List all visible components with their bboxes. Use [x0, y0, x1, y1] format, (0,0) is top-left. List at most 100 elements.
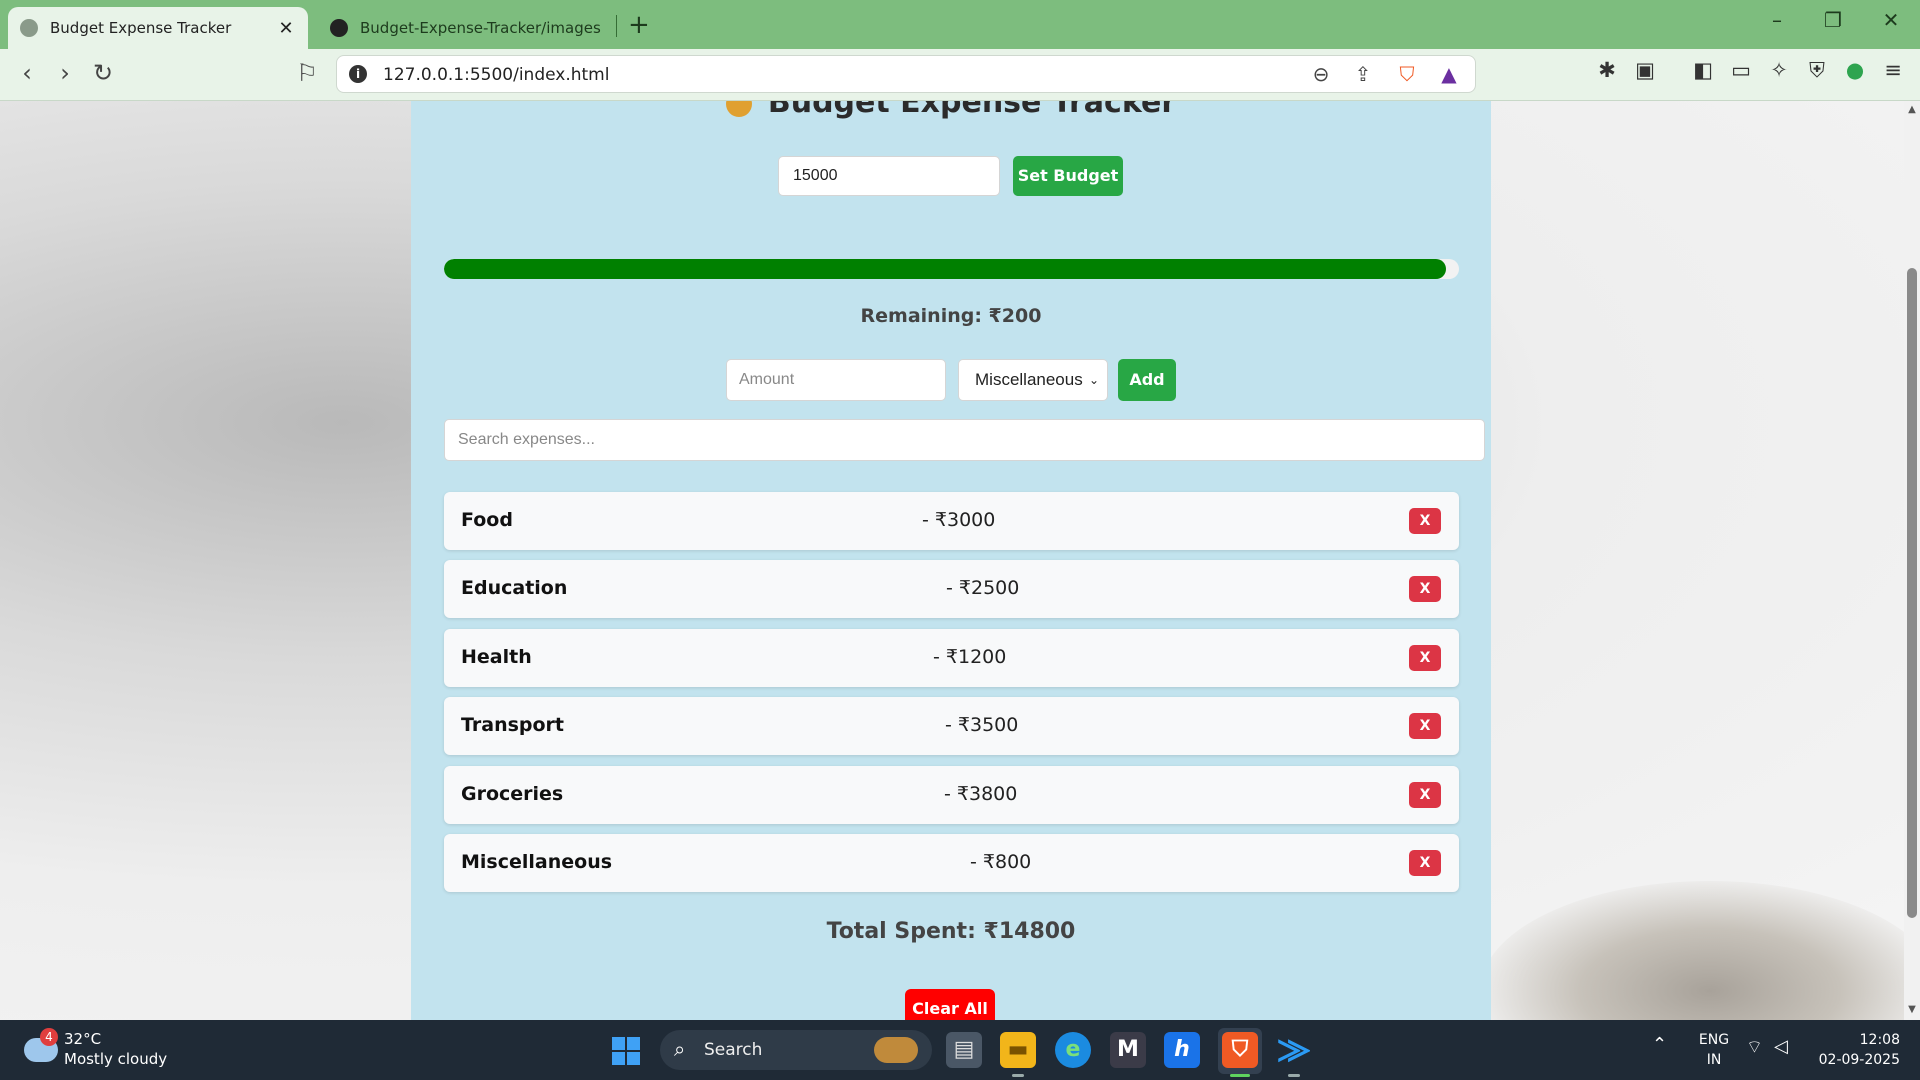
clear-all-button[interactable]: Clear All: [905, 989, 995, 1020]
expense-row: Groceries - ₹3800 X: [444, 766, 1459, 824]
github-icon: [330, 19, 348, 37]
brave-indicator: [1230, 1074, 1250, 1077]
brave-shields-icon[interactable]: ⛉: [1393, 62, 1421, 86]
coins-background-image: [1480, 881, 1904, 1020]
wifi-icon[interactable]: ⌔: [1746, 1036, 1763, 1059]
category-selected-value: Miscellaneous: [975, 370, 1083, 389]
scrollbar-thumb[interactable]: [1907, 268, 1917, 918]
add-expense-button[interactable]: Add: [1118, 359, 1176, 401]
back-icon[interactable]: ‹: [10, 59, 44, 87]
language-indicator[interactable]: ENG IN: [1696, 1030, 1732, 1070]
address-bar[interactable]: i 127.0.0.1:5500/index.html ⊖ ⇪ ⛉ ▲: [336, 55, 1476, 93]
clock-date: 02-09-2025: [1818, 1052, 1900, 1068]
browser-tab-strip: Budget Expense Tracker ✕ Budget-Expense-…: [0, 0, 1920, 49]
weather-badge: 4: [40, 1028, 58, 1046]
delete-expense-button[interactable]: X: [1409, 576, 1441, 602]
chevron-up-icon[interactable]: ⌃: [1652, 1034, 1667, 1055]
expense-amount: - ₹3800: [944, 783, 1018, 805]
weather-description[interactable]: Mostly cloudy: [64, 1050, 167, 1068]
volume-icon[interactable]: ◁: [1774, 1036, 1788, 1057]
money-bag-icon: [725, 101, 752, 117]
hackerrank-icon[interactable]: h: [1164, 1032, 1200, 1068]
leo-ai-icon[interactable]: ✧: [1764, 58, 1794, 82]
tab-title: Budget Expense Tracker: [50, 19, 232, 37]
windows-taskbar: 4 32°C Mostly cloudy ⌕ Search ▤ ▬ e M h …: [0, 1020, 1920, 1080]
expense-category: Education: [461, 577, 568, 599]
tab-separator: [616, 15, 617, 37]
delete-expense-button[interactable]: X: [1409, 713, 1441, 739]
new-tab-icon[interactable]: +: [628, 10, 650, 40]
page-title: Budget Expense Tracker: [411, 101, 1491, 120]
search-expenses-input[interactable]: Search expenses...: [444, 419, 1485, 461]
wallet-icon[interactable]: ▭: [1726, 58, 1756, 82]
browser-toolbar: ‹ › ↻ ⚐ i 127.0.0.1:5500/index.html ⊖ ⇪ …: [0, 49, 1920, 101]
total-spent-text: Total Spent: ₹14800: [826, 919, 1076, 944]
notes-app-icon[interactable]: M: [1110, 1032, 1146, 1068]
chevron-down-icon: ⌄: [1088, 373, 1099, 387]
budget-progress-fill: [444, 259, 1446, 279]
tab-search-icon[interactable]: ▣: [1630, 58, 1660, 82]
scroll-down-icon[interactable]: ▼: [1904, 1004, 1920, 1015]
taskbar-search[interactable]: ⌕ Search: [660, 1030, 932, 1070]
reload-icon[interactable]: ↻: [86, 59, 120, 87]
system-clock[interactable]: 12:08 02-09-2025: [1800, 1030, 1900, 1070]
delete-expense-button[interactable]: X: [1409, 782, 1441, 808]
set-budget-button[interactable]: Set Budget: [1013, 156, 1123, 196]
language-code: ENG: [1698, 1032, 1730, 1048]
tab-budget-expense-tracker[interactable]: Budget Expense Tracker ✕: [8, 7, 308, 49]
expense-row: Miscellaneous - ₹800 X: [444, 834, 1459, 892]
close-window-icon[interactable]: ✕: [1876, 8, 1906, 32]
profile-icon[interactable]: ●: [1840, 58, 1870, 82]
url-text: 127.0.0.1:5500/index.html: [383, 65, 610, 85]
expense-row: Transport - ₹3500 X: [444, 697, 1459, 755]
expense-category: Food: [461, 509, 513, 531]
language-region: IN: [1706, 1052, 1722, 1068]
expense-amount: - ₹3500: [945, 714, 1019, 736]
vscode-icon[interactable]: ⨠: [1276, 1032, 1312, 1068]
budget-input[interactable]: 15000: [778, 156, 1000, 196]
expense-category: Groceries: [461, 783, 564, 805]
zoom-icon[interactable]: ⊖: [1307, 62, 1335, 86]
clock-time: 12:08: [1859, 1032, 1900, 1048]
page-title-text: Budget Expense Tracker: [767, 101, 1177, 120]
menu-icon[interactable]: ≡: [1878, 58, 1908, 82]
page-viewport: Budget Expense Tracker 15000 Set Budget …: [0, 101, 1904, 1020]
restore-icon[interactable]: ❐: [1818, 8, 1848, 32]
bookmark-icon[interactable]: ⚐: [290, 59, 324, 87]
tab-title: Budget-Expense-Tracker/images at m: [360, 19, 606, 37]
edge-icon[interactable]: e: [1055, 1032, 1091, 1068]
delete-expense-button[interactable]: X: [1409, 850, 1441, 876]
expense-row: Health - ₹1200 X: [444, 629, 1459, 687]
scroll-up-icon[interactable]: ▲: [1904, 104, 1920, 115]
task-view-icon[interactable]: ▤: [946, 1032, 982, 1068]
brave-rewards-icon[interactable]: ▲: [1435, 62, 1463, 86]
site-info-icon[interactable]: i: [349, 65, 367, 83]
expense-row: Food - ₹3000 X: [444, 492, 1459, 550]
tracker-panel: Budget Expense Tracker 15000 Set Budget …: [411, 101, 1491, 1020]
category-select[interactable]: Miscellaneous ⌄: [958, 359, 1108, 401]
vpn-icon[interactable]: ⛨: [1802, 58, 1832, 83]
close-tab-icon[interactable]: ✕: [276, 18, 296, 39]
file-explorer-icon[interactable]: ▬: [1000, 1032, 1036, 1068]
delete-expense-button[interactable]: X: [1409, 508, 1441, 534]
expense-category: Transport: [461, 714, 565, 736]
expense-row: Education - ₹2500 X: [444, 560, 1459, 618]
budget-progress-bar: [444, 259, 1459, 279]
taskbar-search-label: Search: [704, 1040, 763, 1060]
expense-amount: - ₹3000: [922, 509, 996, 531]
amount-input[interactable]: Amount: [726, 359, 946, 401]
weather-temperature[interactable]: 32°C: [64, 1030, 101, 1048]
expense-category: Miscellaneous: [461, 851, 613, 873]
extensions-icon[interactable]: ✱: [1592, 58, 1622, 82]
brave-browser-icon[interactable]: ⛉: [1222, 1032, 1258, 1068]
windows-start-icon[interactable]: [612, 1037, 640, 1065]
tab-github[interactable]: Budget-Expense-Tracker/images at m: [318, 7, 618, 49]
search-icon: ⌕: [674, 1037, 686, 1061]
search-highlight-icon: [874, 1037, 918, 1063]
share-icon[interactable]: ⇪: [1349, 62, 1377, 86]
minimize-icon[interactable]: –: [1762, 8, 1792, 32]
forward-icon[interactable]: ›: [48, 59, 82, 87]
sidebar-icon[interactable]: ◧: [1688, 58, 1718, 82]
delete-expense-button[interactable]: X: [1409, 645, 1441, 671]
globe-icon: [20, 19, 38, 37]
